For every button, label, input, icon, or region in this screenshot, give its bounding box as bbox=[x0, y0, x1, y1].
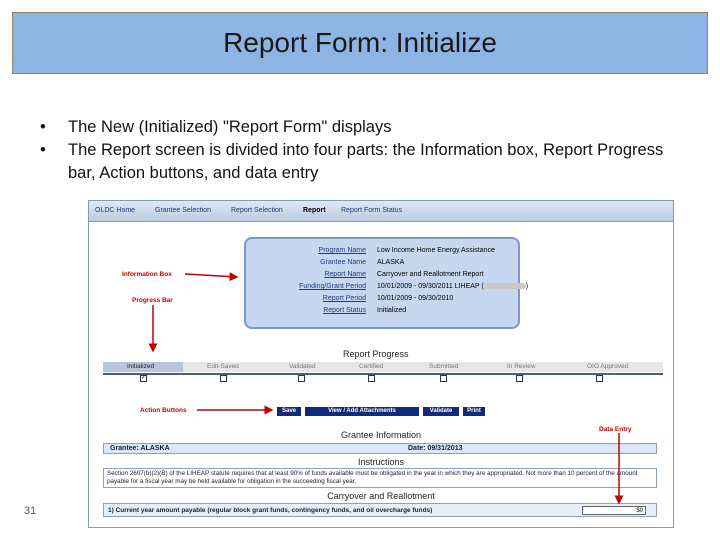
step-checkbox bbox=[516, 375, 523, 382]
step-checkbox-checked: ✓ bbox=[140, 375, 147, 382]
top-nav: OLDC Home Grantee Selection Report Selec… bbox=[89, 201, 673, 222]
info-row-grantee: Grantee Name ALASKA bbox=[246, 259, 518, 270]
report-status-label[interactable]: Report Status bbox=[323, 307, 366, 314]
bullet-icon: • bbox=[40, 141, 46, 159]
annotation-information-box: Information Box bbox=[122, 271, 172, 278]
report-screenshot: OLDC Home Grantee Selection Report Selec… bbox=[88, 200, 674, 528]
redacted-mark bbox=[483, 283, 526, 290]
info-row-report-period: Report Period 10/01/2009 - 09/30/2010 bbox=[246, 295, 518, 306]
step-edit-saved: Edit-Saved bbox=[207, 363, 239, 370]
bullet-item: • The Report screen is divided into four… bbox=[40, 139, 680, 185]
program-name-label[interactable]: Program Name bbox=[319, 247, 366, 254]
bullet-item: • The New (Initialized) "Report Form" di… bbox=[40, 116, 680, 139]
slide-number: 31 bbox=[24, 505, 37, 517]
grantee-information-title: Grantee Information bbox=[340, 430, 422, 440]
step-in-review: In Review bbox=[507, 363, 536, 370]
nav-report-selection[interactable]: Report Selection bbox=[231, 207, 283, 214]
grantee-name-value: ALASKA bbox=[377, 259, 405, 266]
grantee-label: Grantee: ALASKA bbox=[110, 445, 170, 452]
nav-oldc-home[interactable]: OLDC Home bbox=[95, 207, 135, 214]
grantee-bar: Grantee: ALASKA Date: 09/31/2013 bbox=[103, 443, 657, 454]
nav-report[interactable]: Report bbox=[303, 207, 326, 214]
instructions-title: Instructions bbox=[357, 457, 405, 467]
step-initialized: Initialized bbox=[127, 363, 155, 370]
slide-title-bar: Report Form: Initialize bbox=[12, 12, 708, 74]
step-checkbox bbox=[440, 375, 447, 382]
step-checkbox bbox=[220, 375, 227, 382]
info-row-report: Report Name Carryover and Reallotment Re… bbox=[246, 271, 518, 282]
nav-report-form-status[interactable]: Report Form Status bbox=[341, 207, 402, 214]
report-period-value: 10/01/2009 - 09/30/2010 bbox=[377, 295, 454, 302]
carryover-row: 1) Current year amount payable (regular … bbox=[103, 503, 657, 517]
save-button[interactable]: Save bbox=[277, 407, 301, 416]
bullet-text: The Report screen is divided into four p… bbox=[68, 141, 664, 182]
arrow-information-box bbox=[184, 272, 239, 282]
funding-period-label[interactable]: Funding/Grant Period bbox=[299, 283, 366, 290]
step-validated: Validated bbox=[289, 363, 316, 370]
step-oio-approved: OIO Approved bbox=[587, 363, 629, 370]
step-checkbox bbox=[596, 375, 603, 382]
view-add-attachments-button[interactable]: View / Add Attachments bbox=[305, 407, 419, 416]
program-name-value: Low Income Home Energy Assistance bbox=[377, 247, 495, 254]
info-row-program: Program Name Low Income Home Energy Assi… bbox=[246, 247, 518, 258]
info-row-funding: Funding/Grant Period 10/01/2009 - 09/30/… bbox=[246, 283, 528, 294]
instructions-text: Section 2607(b)(2)(B) of the LIHEAP stat… bbox=[103, 468, 657, 488]
progress-bar: Initialized Edit-Saved Validated Certifi… bbox=[103, 362, 663, 372]
report-progress-title: Report Progress bbox=[343, 349, 409, 359]
nav-grantee-selection[interactable]: Grantee Selection bbox=[155, 207, 211, 214]
step-checkbox bbox=[368, 375, 375, 382]
annotation-action-buttons: Action Buttons bbox=[140, 407, 187, 414]
step-checkbox bbox=[298, 375, 305, 382]
bullet-list: • The New (Initialized) "Report Form" di… bbox=[40, 116, 680, 185]
information-box: Program Name Low Income Home Energy Assi… bbox=[244, 237, 528, 329]
step-certified: Certified bbox=[359, 363, 384, 370]
grantee-name-label: Grantee Name bbox=[320, 259, 366, 266]
report-status-value: Initialized bbox=[377, 307, 407, 314]
info-row-status: Report Status Initialized bbox=[246, 307, 518, 318]
validate-button[interactable]: Validate bbox=[423, 407, 459, 416]
print-button[interactable]: Print bbox=[463, 407, 485, 416]
funding-period-value: 10/01/2009 - 09/30/2011 LIHEAP () bbox=[377, 283, 529, 290]
progress-line bbox=[103, 373, 663, 375]
report-name-label[interactable]: Report Name bbox=[324, 271, 366, 278]
bullet-icon: • bbox=[40, 118, 46, 136]
step-submitted: Submitted bbox=[429, 363, 459, 370]
bullet-text: The New (Initialized) "Report Form" disp… bbox=[68, 118, 392, 136]
slide-title: Report Form: Initialize bbox=[223, 27, 497, 58]
grantee-date: Date: 09/31/2013 bbox=[408, 445, 463, 452]
report-name-value: Carryover and Reallotment Report bbox=[377, 271, 484, 278]
amount-payable-input[interactable]: $0 bbox=[582, 506, 646, 515]
annotation-data-entry: Data Entry bbox=[599, 426, 632, 433]
carryover-item-label: 1) Current year amount payable (regular … bbox=[108, 507, 433, 514]
annotation-progress-bar: Progress Bar bbox=[132, 297, 173, 304]
report-period-label[interactable]: Report Period bbox=[323, 295, 366, 302]
carryover-title: Carryover and Reallotment bbox=[327, 491, 435, 501]
